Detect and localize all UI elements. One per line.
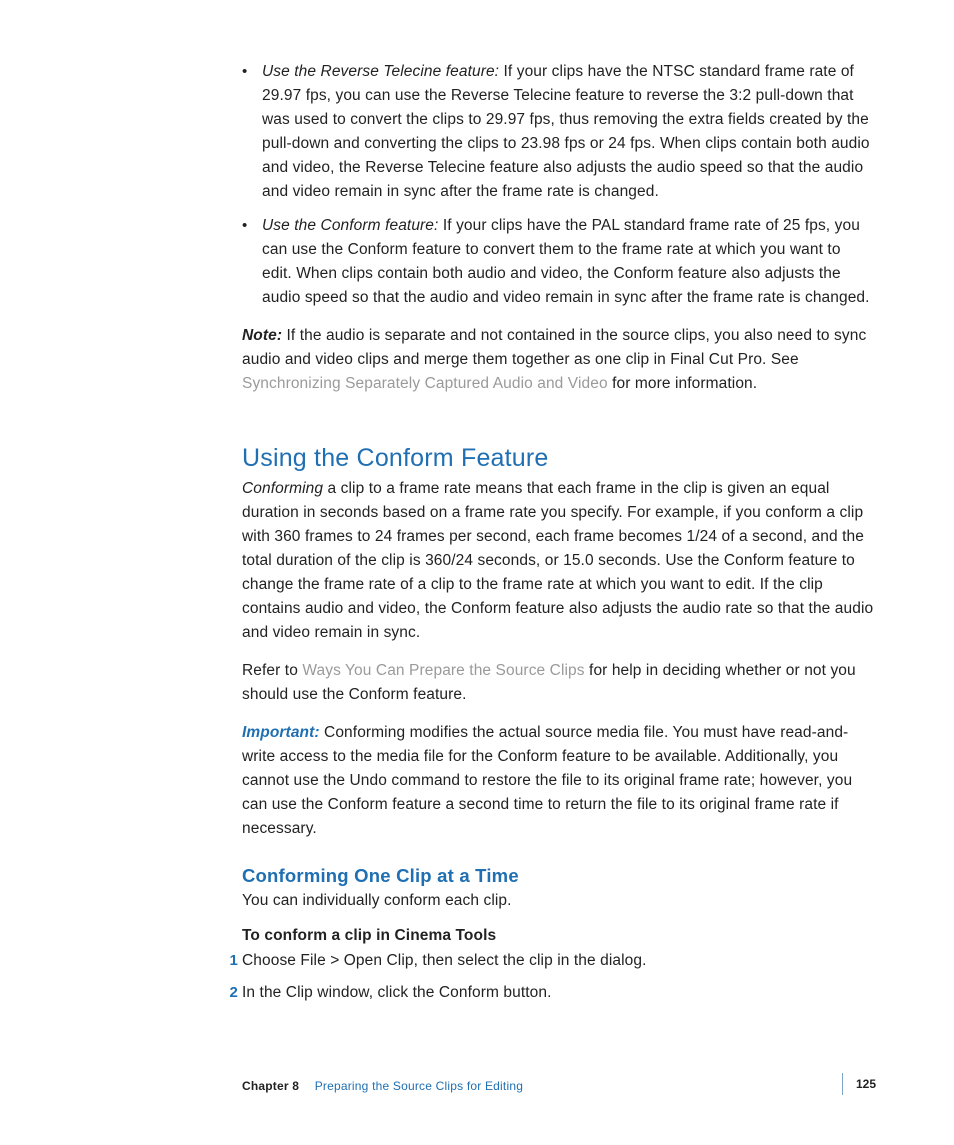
step-number: 2 (222, 981, 238, 1004)
note-paragraph: Note: If the audio is separate and not c… (242, 324, 874, 396)
footer-page-number: 125 (856, 1077, 876, 1091)
section-intro: Conforming a clip to a frame rate means … (242, 477, 874, 645)
intro-rest: a clip to a frame rate means that each f… (242, 480, 873, 641)
footer-chapter-title: Preparing the Source Clips for Editing (315, 1079, 523, 1093)
refer-before: Refer to (242, 662, 302, 679)
intro-lead-italic: Conforming (242, 480, 323, 497)
step-number: 1 (222, 949, 238, 972)
footer-rule (842, 1073, 843, 1095)
page-footer: Chapter 8 Preparing the Source Clips for… (242, 1077, 876, 1101)
footer-chapter-label: Chapter 8 (242, 1079, 299, 1093)
bullet-lead: Use the Reverse Telecine feature: (262, 63, 499, 80)
step-text: In the Clip window, click the Conform bu… (242, 984, 551, 1001)
refer-link[interactable]: Ways You Can Prepare the Source Clips (302, 662, 584, 679)
refer-paragraph: Refer to Ways You Can Prepare the Source… (242, 659, 874, 707)
steps-list: 1 Choose File > Open Clip, then select t… (242, 949, 874, 1005)
footer-left: Chapter 8 Preparing the Source Clips for… (242, 1079, 523, 1093)
note-text-before: If the audio is separate and not contain… (242, 327, 866, 368)
bullet-lead: Use the Conform feature: (262, 217, 438, 234)
bullet-item: Use the Conform feature: If your clips h… (242, 214, 874, 310)
bullet-list: Use the Reverse Telecine feature: If you… (242, 60, 874, 310)
note-text-after: for more information. (608, 375, 758, 392)
task-heading: To conform a clip in Cinema Tools (242, 927, 874, 945)
note-label: Note: (242, 327, 282, 344)
subsection-intro: You can individually conform each clip. (242, 889, 874, 913)
bullet-item: Use the Reverse Telecine feature: If you… (242, 60, 874, 204)
page: Use the Reverse Telecine feature: If you… (0, 0, 954, 1145)
step-text: Choose File > Open Clip, then select the… (242, 952, 647, 969)
section-heading-conform: Using the Conform Feature (242, 444, 874, 473)
important-text: Conforming modifies the actual source me… (242, 724, 852, 837)
bullet-text: If your clips have the NTSC standard fra… (262, 63, 870, 200)
important-label: Important: (242, 724, 320, 741)
note-link[interactable]: Synchronizing Separately Captured Audio … (242, 375, 608, 392)
step-item: 2 In the Clip window, click the Conform … (242, 981, 874, 1005)
step-item: 1 Choose File > Open Clip, then select t… (242, 949, 874, 973)
important-paragraph: Important: Conforming modifies the actua… (242, 721, 874, 841)
subsection-heading: Conforming One Clip at a Time (242, 865, 874, 887)
